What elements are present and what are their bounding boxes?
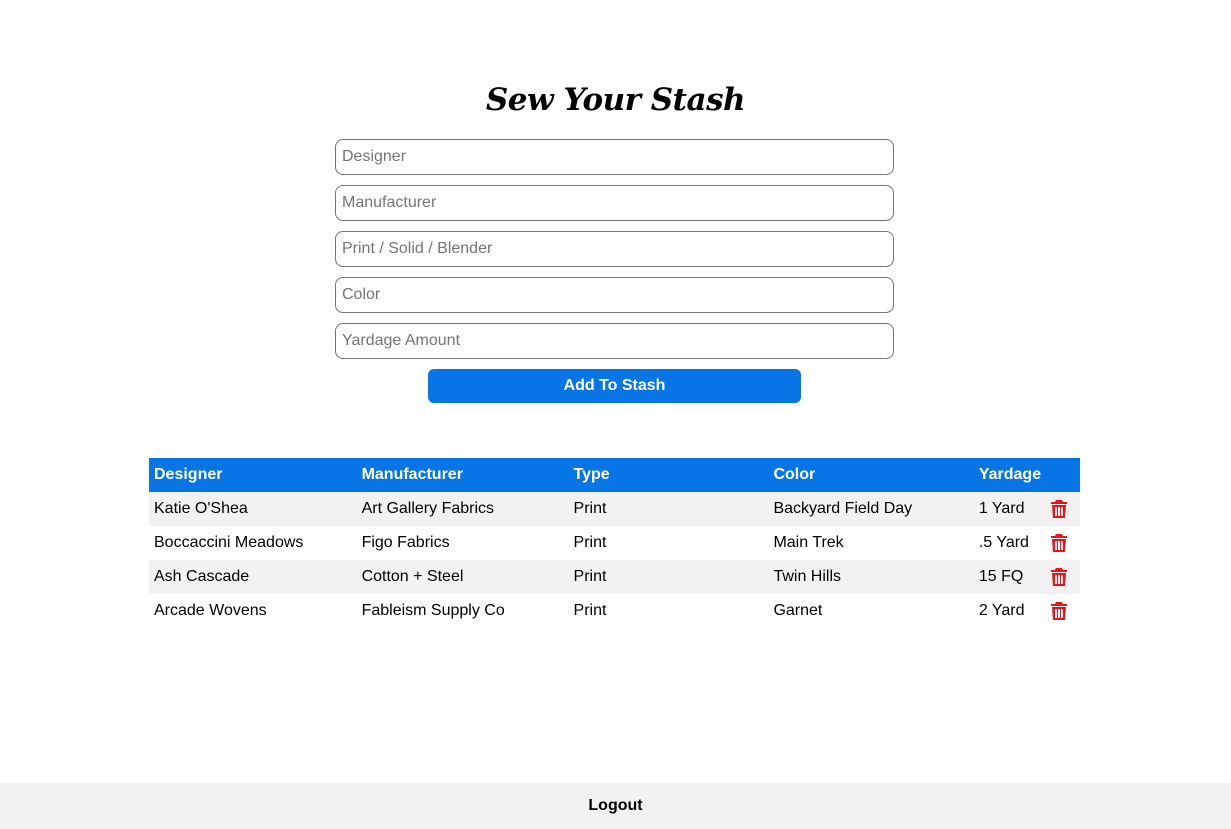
cell-yardage: 2 Yard	[973, 594, 1047, 628]
cell-type: Print	[568, 594, 769, 628]
trash-icon[interactable]	[1051, 567, 1068, 586]
cell-yardage: .5 Yard	[973, 526, 1047, 560]
table-body: Katie O'Shea Art Gallery Fabrics Print B…	[149, 492, 1080, 628]
stash-table: Designer Manufacturer Type Color Yardage…	[149, 458, 1080, 628]
header-manufacturer: Manufacturer	[356, 458, 569, 492]
cell-yardage: 15 FQ	[973, 560, 1047, 594]
cell-type: Print	[568, 526, 769, 560]
cell-type: Print	[568, 492, 769, 526]
cell-type: Print	[568, 560, 769, 594]
cell-designer: Ash Cascade	[149, 560, 357, 594]
page-title: Sew Your Stash	[485, 82, 746, 118]
table-header: Designer Manufacturer Type Color Yardage	[149, 458, 1080, 492]
cell-color: Main Trek	[768, 526, 974, 560]
cell-delete	[1046, 492, 1080, 526]
cell-designer: Boccaccini Meadows	[149, 526, 357, 560]
table-row: Boccaccini Meadows Figo Fabrics Print Ma…	[149, 526, 1080, 560]
color-input[interactable]	[335, 277, 894, 313]
logout-link[interactable]: Logout	[588, 797, 642, 815]
cell-delete	[1046, 560, 1080, 594]
cell-manufacturer: Art Gallery Fabrics	[356, 492, 569, 526]
add-fabric-form	[335, 139, 894, 369]
trash-icon[interactable]	[1051, 601, 1068, 620]
table-row: Arcade Wovens Fableism Supply Co Print G…	[149, 594, 1080, 628]
manufacturer-input[interactable]	[335, 185, 894, 221]
header-yardage: Yardage	[973, 458, 1047, 492]
cell-delete	[1046, 526, 1080, 560]
header-color: Color	[768, 458, 974, 492]
table-row: Ash Cascade Cotton + Steel Print Twin Hi…	[149, 560, 1080, 594]
type-input[interactable]	[335, 231, 894, 267]
cell-designer: Katie O'Shea	[149, 492, 357, 526]
table-row: Katie O'Shea Art Gallery Fabrics Print B…	[149, 492, 1080, 526]
yardage-input[interactable]	[335, 323, 894, 359]
cell-yardage: 1 Yard	[973, 492, 1047, 526]
cell-manufacturer: Cotton + Steel	[356, 560, 569, 594]
cell-color: Twin Hills	[768, 560, 974, 594]
cell-color: Backyard Field Day	[768, 492, 974, 526]
add-to-stash-button[interactable]: Add To Stash	[428, 369, 801, 403]
trash-icon[interactable]	[1051, 499, 1068, 518]
cell-manufacturer: Fableism Supply Co	[356, 594, 569, 628]
cell-color: Garnet	[768, 594, 974, 628]
header-designer: Designer	[149, 458, 357, 492]
page: Sew Your Stash Add To Stash Designer Man…	[0, 0, 1231, 829]
cell-manufacturer: Figo Fabrics	[356, 526, 569, 560]
cell-designer: Arcade Wovens	[149, 594, 357, 628]
designer-input[interactable]	[335, 139, 894, 175]
table-header-row: Designer Manufacturer Type Color Yardage	[149, 458, 1080, 492]
header-actions	[1046, 458, 1080, 492]
footer: Logout	[0, 783, 1231, 829]
trash-icon[interactable]	[1051, 533, 1068, 552]
cell-delete	[1046, 594, 1080, 628]
header-type: Type	[568, 458, 769, 492]
